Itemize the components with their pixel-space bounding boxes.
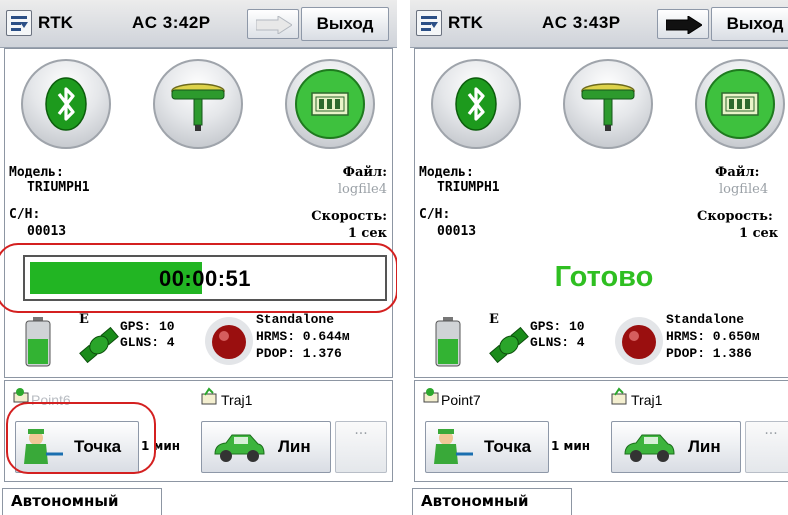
exit-button[interactable]: Выход bbox=[301, 7, 389, 41]
gps-count: GPS: 10 bbox=[120, 319, 175, 334]
model-label: Модель: bbox=[419, 165, 474, 180]
bluetooth-icon bbox=[45, 77, 87, 131]
point-collect-button[interactable]: Точка bbox=[425, 421, 549, 473]
file-value: logfile4 bbox=[719, 182, 769, 197]
pdop-value: PDOP: 1.386 bbox=[666, 346, 752, 361]
satellite-icon[interactable] bbox=[77, 323, 121, 367]
menu-icon[interactable] bbox=[6, 10, 32, 36]
car-icon bbox=[624, 434, 675, 462]
battery-icon[interactable] bbox=[435, 317, 461, 367]
duration-label[interactable]: 1 мин bbox=[141, 439, 180, 453]
solution-mode: Standalone bbox=[666, 312, 745, 327]
model-value: TRIUMPH1 bbox=[27, 180, 90, 195]
bluetooth-icon bbox=[455, 77, 497, 131]
exit-button[interactable]: Выход bbox=[711, 7, 788, 41]
storage-card-icon bbox=[295, 69, 365, 139]
line-button-label: Лин bbox=[688, 437, 721, 456]
point-name[interactable]: Point7 bbox=[441, 392, 481, 408]
battery-icon[interactable] bbox=[25, 317, 51, 367]
file-label: Файл: bbox=[342, 165, 387, 180]
arrow-right-icon bbox=[256, 16, 292, 34]
serial-value: 00013 bbox=[437, 224, 477, 239]
hrms-value: HRMS: 0.644м bbox=[256, 329, 350, 344]
screen-recording: RTK AC 3:42P Выход Модель: TRIUMPH1 Файл… bbox=[0, 0, 397, 515]
line-collect-button[interactable]: Лин bbox=[611, 421, 741, 473]
point-icon bbox=[13, 388, 29, 403]
recording-progress: 00:00:51 bbox=[23, 255, 387, 301]
status-led-icon[interactable] bbox=[203, 315, 255, 367]
car-icon bbox=[214, 434, 265, 462]
point-collect-button[interactable]: Точка bbox=[15, 421, 139, 473]
serial-value: 00013 bbox=[27, 224, 67, 239]
status-row: E GPS: 10 GLNS: 4 Standalone HRMS: 0.644… bbox=[5, 311, 392, 373]
screen-ready: RTK AC 3:43P Выход Модель: TRIUMPH1 Файл… bbox=[410, 0, 788, 515]
serial-label: С/Н: bbox=[419, 207, 451, 222]
trajectory-icon bbox=[201, 387, 217, 405]
point-button-label: Точка bbox=[484, 437, 532, 456]
satellite-icon[interactable] bbox=[487, 323, 531, 367]
gnss-receiver-icon bbox=[581, 83, 635, 131]
receiver-button[interactable] bbox=[563, 59, 653, 149]
rate-label: Скорость: bbox=[311, 209, 387, 224]
receiver-button[interactable] bbox=[153, 59, 243, 149]
arrow-right-icon bbox=[666, 16, 702, 34]
status-led-icon[interactable] bbox=[613, 315, 665, 367]
mode-label: RTK bbox=[448, 13, 483, 32]
receiver-panel: Модель: TRIUMPH1 Файл: logfile4 С/Н: 000… bbox=[414, 48, 788, 378]
duration-label[interactable]: 1 мин bbox=[551, 439, 590, 453]
glonass-count: GLNS: 4 bbox=[120, 335, 175, 350]
storage-button[interactable] bbox=[285, 59, 375, 149]
trajectory-name[interactable]: Traj1 bbox=[221, 392, 252, 408]
more-button[interactable]: ... bbox=[745, 421, 788, 473]
tab-autonomous[interactable]: Автономный bbox=[2, 488, 162, 515]
rate-value: 1 сек bbox=[739, 226, 779, 241]
storage-card-icon bbox=[705, 69, 775, 139]
surveyor-icon bbox=[434, 429, 473, 464]
line-button-label: Лин bbox=[278, 437, 311, 456]
elapsed-time: 00:00:51 bbox=[158, 266, 252, 291]
bluetooth-button[interactable] bbox=[21, 59, 111, 149]
collection-panel: Point7 Traj1 Точка 1 мин Лин ... bbox=[414, 380, 788, 482]
glonass-count: GLNS: 4 bbox=[530, 335, 585, 350]
ready-status: Готово bbox=[554, 261, 654, 293]
status-time: AC 3:43P bbox=[542, 13, 621, 32]
mode-label: RTK bbox=[38, 13, 73, 32]
trajectory-icon bbox=[611, 387, 627, 405]
solution-mode: Standalone bbox=[256, 312, 335, 327]
pdop-value: PDOP: 1.376 bbox=[256, 346, 342, 361]
arrow-button[interactable] bbox=[657, 9, 709, 39]
tab-autonomous[interactable]: Автономный bbox=[412, 488, 572, 515]
surveyor-icon bbox=[24, 429, 63, 464]
bluetooth-button[interactable] bbox=[431, 59, 521, 149]
gps-count: GPS: 10 bbox=[530, 319, 585, 334]
status-row: E GPS: 10 GLNS: 4 Standalone HRMS: 0.650… bbox=[415, 311, 788, 373]
file-label: Файл: bbox=[715, 165, 760, 180]
point-name[interactable]: Point6 bbox=[31, 392, 71, 408]
point-icon bbox=[423, 388, 439, 403]
rate-value: 1 сек bbox=[347, 226, 387, 241]
arrow-button[interactable] bbox=[247, 9, 299, 39]
status-time: AC 3:42P bbox=[132, 13, 211, 32]
title-bar: RTK AC 3:43P Выход bbox=[410, 0, 788, 48]
storage-button[interactable] bbox=[695, 59, 785, 149]
hrms-value: HRMS: 0.650м bbox=[666, 329, 760, 344]
line-collect-button[interactable]: Лин bbox=[201, 421, 331, 473]
model-value: TRIUMPH1 bbox=[437, 180, 500, 195]
receiver-panel: Модель: TRIUMPH1 Файл: logfile4 С/Н: 000… bbox=[4, 48, 393, 378]
trajectory-name[interactable]: Traj1 bbox=[631, 392, 662, 408]
menu-icon[interactable] bbox=[416, 10, 442, 36]
collection-panel: Point6 Traj1 Точка 1 мин Лин ... bbox=[4, 380, 393, 482]
title-bar: RTK AC 3:42P Выход bbox=[0, 0, 397, 48]
file-value: logfile4 bbox=[337, 182, 387, 197]
more-button[interactable]: ... bbox=[335, 421, 387, 473]
serial-label: С/Н: bbox=[9, 207, 41, 222]
gnss-receiver-icon bbox=[171, 83, 225, 131]
rate-label: Скорость: bbox=[697, 209, 773, 224]
model-label: Модель: bbox=[9, 165, 64, 180]
point-button-label: Точка bbox=[74, 437, 122, 456]
